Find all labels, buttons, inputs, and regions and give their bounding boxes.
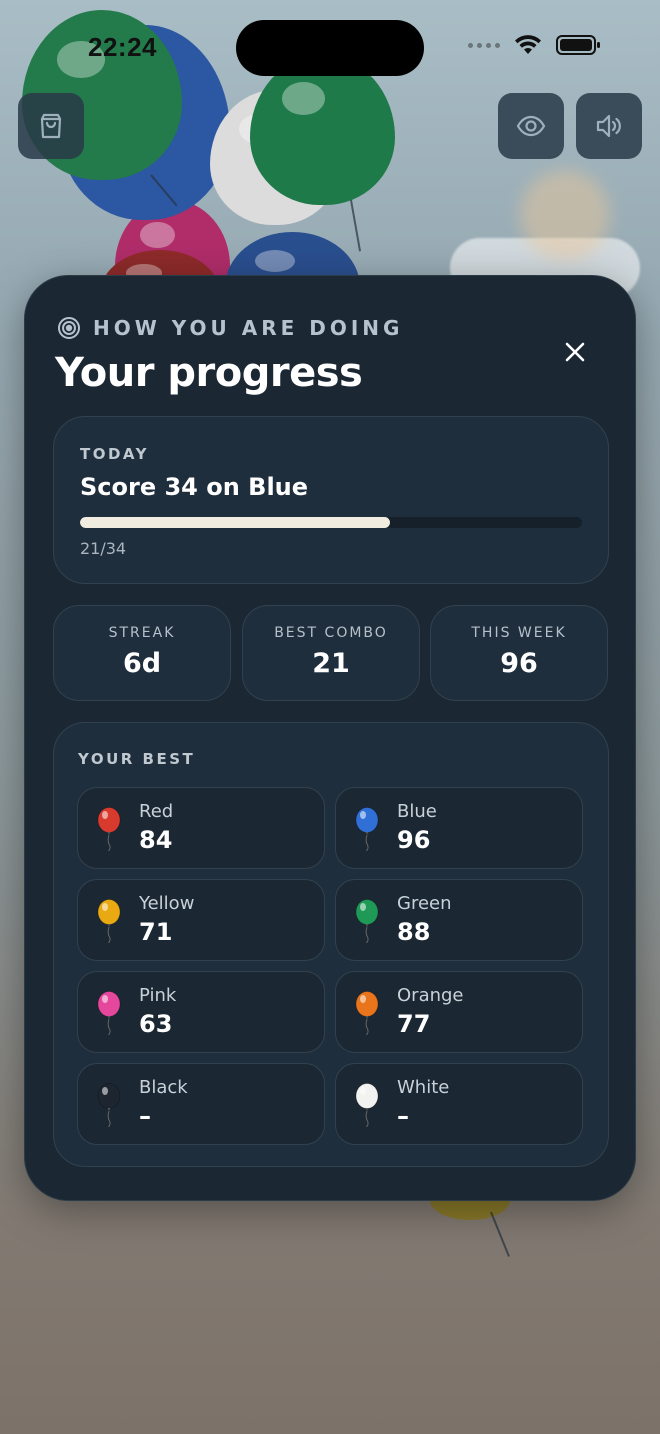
shop-button[interactable] xyxy=(18,93,84,159)
best-item-score: 77 xyxy=(397,1010,431,1038)
stat-label: BEST COMBO xyxy=(274,625,388,641)
best-scores-grid: Red 84 Blue 96 Yellow 71 Green 88 Pink 63 Orange 77… xyxy=(77,787,585,1145)
balloon-icon xyxy=(97,899,121,943)
battery-icon xyxy=(556,35,600,55)
close-icon xyxy=(565,342,585,362)
balloon-icon xyxy=(355,991,379,1035)
best-item-white: White – xyxy=(335,1063,583,1145)
wifi-icon xyxy=(515,35,541,54)
progress-panel: HOW YOU ARE DOING Your progress TODAY Sc… xyxy=(24,275,636,1201)
balloon-icon xyxy=(355,1083,379,1127)
eyebrow-text: HOW YOU ARE DOING xyxy=(93,316,404,340)
best-item-score: 63 xyxy=(139,1010,173,1038)
sound-button[interactable] xyxy=(576,93,642,159)
today-goal: Score 34 on Blue xyxy=(80,473,309,501)
best-item-yellow: Yellow 71 xyxy=(77,879,325,961)
eye-icon xyxy=(516,115,546,137)
balloon-icon xyxy=(97,807,121,851)
stat-value: 21 xyxy=(312,648,350,679)
best-item-score: 96 xyxy=(397,826,431,854)
best-item-name: Yellow xyxy=(139,893,195,914)
balloon-icon xyxy=(97,1083,121,1127)
best-item-name: Orange xyxy=(397,985,464,1006)
best-item-blue: Blue 96 xyxy=(335,787,583,869)
stat-value: 96 xyxy=(500,648,538,679)
balloon-string xyxy=(490,1211,510,1257)
best-item-score: – xyxy=(397,1102,409,1130)
status-time: 22:24 xyxy=(88,32,157,62)
stat-value: 6d xyxy=(122,648,162,679)
speaker-icon xyxy=(596,114,621,138)
best-item-score: – xyxy=(139,1102,151,1130)
panel-eyebrow: HOW YOU ARE DOING xyxy=(57,316,403,340)
best-label: YOUR BEST xyxy=(78,750,196,768)
stat-label: THIS WEEK xyxy=(471,625,567,641)
today-card: TODAY Score 34 on Blue 21/34 xyxy=(53,416,609,584)
best-item-orange: Orange 77 xyxy=(335,971,583,1053)
close-button[interactable] xyxy=(555,332,595,372)
best-item-name: Blue xyxy=(397,801,437,822)
best-item-green: Green 88 xyxy=(335,879,583,961)
best-item-score: 88 xyxy=(397,918,431,946)
dynamic-island xyxy=(236,20,424,76)
today-progress-text: 21/34 xyxy=(80,539,127,558)
page-title: Your progress xyxy=(55,350,363,396)
today-label: TODAY xyxy=(80,445,149,463)
stat-card-streak: STREAK 6d xyxy=(53,605,231,701)
today-progress-bar xyxy=(80,517,582,528)
best-item-red: Red 84 xyxy=(77,787,325,869)
balloon-icon xyxy=(355,899,379,943)
background-balloon xyxy=(250,55,395,205)
best-item-name: Pink xyxy=(139,985,177,1006)
target-icon xyxy=(58,317,80,339)
best-item-score: 71 xyxy=(139,918,173,946)
stat-card-best-combo: BEST COMBO 21 xyxy=(242,605,420,701)
best-item-black: Black – xyxy=(77,1063,325,1145)
best-item-name: Black xyxy=(139,1077,188,1098)
balloon-icon xyxy=(97,991,121,1035)
stat-label: STREAK xyxy=(108,625,176,641)
visibility-button[interactable] xyxy=(498,93,564,159)
cellular-signal-icon xyxy=(468,42,500,48)
best-scores-card: YOUR BEST Red 84 Blue 96 Yellow 71 Green 88 Pink… xyxy=(53,722,609,1167)
status-icons xyxy=(468,34,602,56)
best-item-name: Green xyxy=(397,893,452,914)
best-item-score: 84 xyxy=(139,826,173,854)
today-progress-fill xyxy=(80,517,391,528)
best-item-name: Red xyxy=(139,801,174,822)
shopping-bag-icon xyxy=(40,113,62,139)
stat-card-this-week: THIS WEEK 96 xyxy=(430,605,608,701)
background-cloud xyxy=(520,170,610,260)
best-item-name: White xyxy=(397,1077,450,1098)
best-item-pink: Pink 63 xyxy=(77,971,325,1053)
balloon-string xyxy=(350,199,362,252)
balloon-icon xyxy=(355,807,379,851)
